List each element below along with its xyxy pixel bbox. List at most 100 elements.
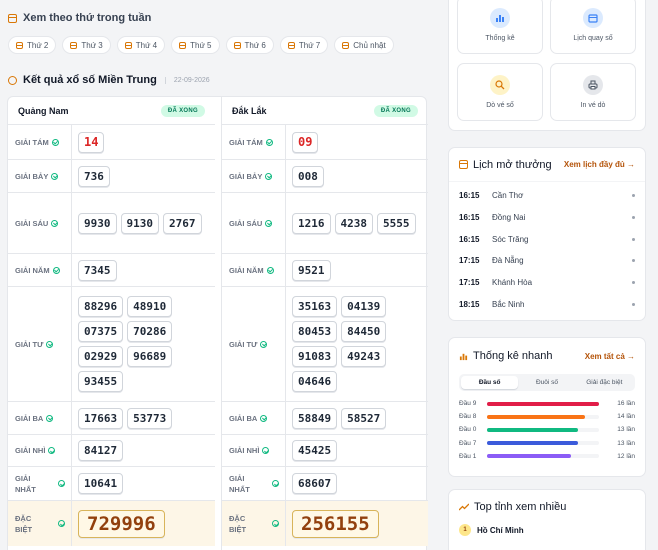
- prize-number: 04139: [341, 296, 387, 317]
- prize-number: 84127: [78, 440, 124, 461]
- tool-label: Lịch quay số: [573, 35, 613, 42]
- stats-title: Thống kê nhanh: [459, 350, 553, 362]
- dot-icon: [632, 237, 635, 241]
- tool-in-ve-do[interactable]: In vé dò: [550, 63, 636, 121]
- schedule-item[interactable]: 16:15 Cần Thơ: [449, 185, 645, 207]
- check-circle-icon: [51, 219, 59, 227]
- weekday-chips: Thứ 2 Thứ 3 Thứ 4 Thứ 5 Thứ 6 Thứ 7 Chủ …: [8, 36, 394, 54]
- stat-item: Đầu 1 12 lần: [449, 450, 645, 463]
- stat-key: Đầu 0: [459, 426, 477, 434]
- day-chip-thu-6[interactable]: Thứ 6: [225, 36, 274, 54]
- prize-label: GIẢI SÁU: [8, 193, 72, 253]
- prize-numbers: 35163 04139 80453 84450 91083 49243 04646: [286, 287, 428, 401]
- check-circle-icon: [265, 219, 273, 227]
- day-chip-chu-nhat[interactable]: Chủ nhật: [334, 36, 394, 54]
- schedule-item[interactable]: 16:15 Đồng Nai: [449, 207, 645, 229]
- prize-number: 256155: [292, 509, 379, 538]
- stat-item: Đầu 0 13 lần: [449, 423, 645, 436]
- check-circle-icon: [46, 414, 54, 422]
- day-chip-thu-4[interactable]: Thứ 4: [116, 36, 166, 54]
- prize-numbers: 7345: [72, 254, 215, 286]
- province-header: Quảng Nam ĐÃ XONG: [8, 97, 215, 125]
- prize-label-text: GIẢI BẢY: [15, 171, 48, 182]
- prize-number: 93455: [78, 371, 124, 392]
- stat-item: Đầu 8 14 lần: [449, 410, 645, 423]
- status-badge: ĐÃ XONG: [160, 104, 205, 117]
- top-province-item[interactable]: 1 Hồ Chí Minh: [449, 524, 645, 536]
- stats-tabs: Đầu số Đuôi số Giải đặc biệt: [459, 374, 635, 391]
- prize-number: 17663: [78, 407, 124, 429]
- tool-do-ve-so[interactable]: Dò vé số: [457, 63, 543, 121]
- prize-number: 02929: [78, 346, 124, 367]
- stat-item: Đầu 9 16 lần: [449, 397, 645, 410]
- schedule-item[interactable]: 17:15 Đà Nẵng: [449, 250, 645, 272]
- stat-key: Đầu 1: [459, 452, 477, 460]
- prize-label-line: BIỆT: [229, 524, 247, 534]
- calendar-icon: [342, 41, 350, 49]
- prize-numbers: 736: [72, 160, 215, 192]
- schedule-view-all-link[interactable]: Xem lịch đầy đủ →: [564, 160, 635, 169]
- prize-numbers: 58849 58527: [286, 402, 428, 434]
- tool-label: In vé dò: [580, 102, 606, 109]
- day-chip-thu-2[interactable]: Thứ 2: [8, 36, 57, 54]
- prize-label-line: GIẢI BẢY: [15, 171, 49, 181]
- prize-row-sau: GIẢI SÁU 9930 9130 2767: [8, 193, 215, 254]
- prize-label: GIẢI TÁM: [8, 125, 72, 159]
- prize-row-bay: GIẢI BẢY 736: [8, 160, 215, 193]
- prize-label-text: GIẢI NHẤT: [15, 473, 55, 495]
- prize-label: GIẢI NĂM: [8, 254, 72, 286]
- prize-row-nam: GIẢI NĂM 7345: [8, 254, 215, 287]
- prize-row-ba: GIẢI BA 58849 58527: [222, 402, 428, 435]
- stat-value: 16 lần: [617, 400, 635, 408]
- check-circle-icon: [51, 138, 59, 146]
- prize-number: 80453: [292, 321, 338, 342]
- prize-number: 5555: [377, 212, 416, 234]
- prize-label-text: GIẢI NĂM: [229, 265, 264, 276]
- results-title-text: Kết quả xổ số Miền Trung: [23, 74, 157, 86]
- prize-numbers: 45425: [286, 435, 428, 466]
- schedule-item[interactable]: 17:15 Khánh Hòa: [449, 272, 645, 294]
- prize-label: GIẢI NHẤT: [8, 467, 72, 500]
- tool-label: Thống kê: [485, 35, 515, 42]
- day-chip-thu-7[interactable]: Thứ 7: [279, 36, 329, 54]
- day-chip-label: Thứ 6: [244, 40, 266, 50]
- prize-label-text: GIẢI NHẤT: [229, 473, 269, 495]
- stats-view-all-link[interactable]: Xem tất cả →: [585, 352, 635, 361]
- prize-number: 10641: [78, 473, 124, 494]
- day-chip-label: Thứ 5: [190, 40, 212, 50]
- prize-label: GIẢI TÁM: [222, 125, 286, 159]
- tool-lich-quay-so[interactable]: Lịch quay số: [550, 0, 636, 54]
- schedule-province: Khánh Hòa: [492, 278, 533, 288]
- prize-label-line: GIẢI TƯ: [229, 339, 258, 349]
- schedule-province: Sóc Trăng: [492, 234, 529, 244]
- stat-key: Đầu 7: [459, 439, 477, 447]
- prize-number: 49243: [341, 346, 387, 367]
- tool-thong-ke[interactable]: Thống kê: [457, 0, 543, 54]
- schedule-item[interactable]: 16:15 Sóc Trăng: [449, 228, 645, 250]
- schedule-item[interactable]: 18:15 Bắc Ninh: [449, 293, 645, 315]
- prize-number: 736: [78, 165, 110, 187]
- tab-dau-so[interactable]: Đầu số: [461, 376, 519, 389]
- prize-row-nam: GIẢI NĂM 9521: [222, 254, 428, 287]
- stat-value: 13 lần: [617, 426, 635, 434]
- check-circle-icon: [272, 480, 279, 487]
- province-column-quang-nam: Quảng Nam ĐÃ XONG GIẢI TÁM 14 GIẢI BẢY 736 GIẢ…: [8, 97, 215, 550]
- day-chip-thu-5[interactable]: Thứ 5: [171, 36, 220, 54]
- calendar-icon: [124, 41, 132, 49]
- prize-numbers: 729996: [72, 501, 215, 546]
- prize-numbers: 9521: [286, 254, 428, 286]
- dot-icon: [632, 259, 635, 263]
- prize-label-text: GIẢI BẢY: [229, 171, 262, 182]
- dot-icon: [632, 194, 635, 198]
- day-chip-thu-3[interactable]: Thứ 3: [62, 36, 111, 54]
- prize-number: 96689: [127, 346, 173, 367]
- prize-label: GIẢI BẢY: [8, 160, 72, 192]
- prize-number: 58527: [341, 407, 387, 429]
- province-header: Đắk Lắk ĐÃ XONG: [222, 97, 428, 125]
- prize-label-text: ĐẶC BIỆT: [15, 513, 55, 535]
- results-date: 22-09-2026: [164, 76, 210, 84]
- calendar-icon: [16, 41, 23, 49]
- tab-giai-dac-biet[interactable]: Giải đặc biệt: [576, 376, 633, 389]
- check-circle-icon: [265, 172, 273, 180]
- tab-duoi-so[interactable]: Đuôi số: [518, 376, 575, 389]
